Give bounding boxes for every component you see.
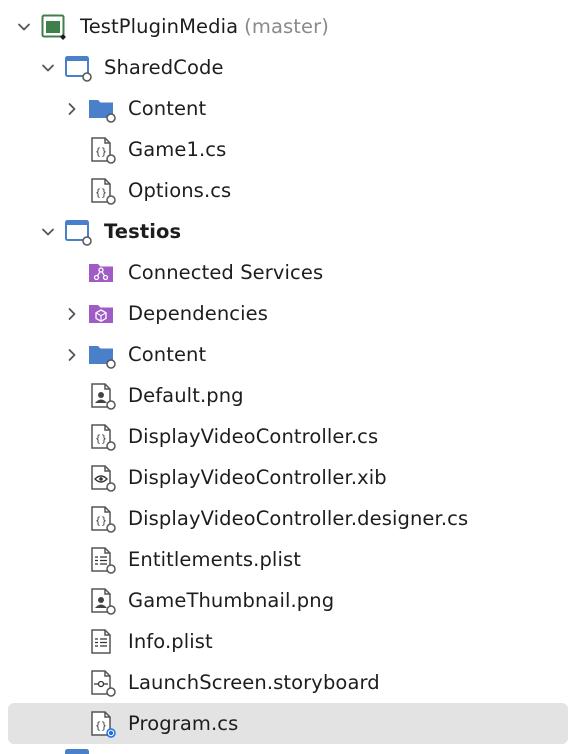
branch-label: (master) [244, 15, 329, 38]
svg-text:{}: {} [95, 188, 107, 199]
tree-row-connected-services[interactable]: Connected Services [0, 252, 568, 293]
tree-row-file-display-designer[interactable]: {} DisplayVideoController.designer.cs [0, 498, 568, 539]
file-label: Default.png [128, 384, 244, 407]
svg-text:{}: {} [95, 147, 107, 158]
tree-row-file-program[interactable]: {} Program.cs [0, 703, 568, 744]
item-label: Dependencies [128, 302, 268, 325]
storyboard-file-icon [88, 669, 116, 697]
csharp-file-icon: {} [88, 423, 116, 451]
tree-row-file-display-xib[interactable]: DisplayVideoController.xib [0, 457, 568, 498]
tree-row-file-thumbnail[interactable]: GameThumbnail.png [0, 580, 568, 621]
file-label: LaunchScreen.storyboard [128, 671, 380, 694]
project-icon [64, 747, 92, 754]
tree-row-file-game1[interactable]: {} Game1.cs [0, 129, 568, 170]
tree-row-solution[interactable]: TestPluginMedia (master) [0, 6, 568, 47]
file-label: DisplayVideoController.xib [128, 466, 387, 489]
plist-file-icon [88, 546, 116, 574]
plist-file-icon [88, 628, 116, 656]
folder-label: Content [128, 343, 207, 366]
csharp-file-icon: {} [88, 136, 116, 164]
tree-row-project-testios[interactable]: Testios [0, 211, 568, 252]
file-label: GameThumbnail.png [128, 589, 335, 612]
tree-row-folder-content[interactable]: Content [0, 334, 568, 375]
tree-row-file-entitlements[interactable]: Entitlements.plist [0, 539, 568, 580]
image-file-icon [88, 587, 116, 615]
xib-file-icon [88, 464, 116, 492]
image-file-icon [88, 382, 116, 410]
chevron-down-icon[interactable] [40, 224, 56, 240]
solution-tree: TestPluginMedia (master) SharedCode Conte [0, 6, 568, 744]
chevron-right-icon[interactable] [64, 101, 80, 117]
svg-text:{}: {} [95, 721, 107, 732]
folder-icon [88, 95, 116, 123]
chevron-right-icon[interactable] [64, 306, 80, 322]
project-label: Testios [104, 220, 182, 243]
tree-row-folder-content[interactable]: Content [0, 88, 568, 129]
solution-label: TestPluginMedia (master) [80, 15, 329, 38]
tree-row-file-info[interactable]: Info.plist [0, 621, 568, 662]
connected-services-icon [88, 259, 116, 287]
folder-label: Content [128, 97, 207, 120]
svg-text:{}: {} [95, 434, 107, 445]
file-label: Entitlements.plist [128, 548, 301, 571]
solution-icon [40, 13, 68, 41]
solution-name: TestPluginMedia [80, 15, 239, 38]
file-label: Info.plist [128, 630, 213, 653]
folder-icon [88, 341, 116, 369]
chevron-down-icon[interactable] [40, 60, 56, 76]
tree-row-file-display-cs[interactable]: {} DisplayVideoController.cs [0, 416, 568, 457]
chevron-right-icon[interactable] [64, 347, 80, 363]
csharp-file-icon: {} [88, 710, 116, 738]
project-icon [64, 218, 92, 246]
tree-row-project-sharedcode[interactable]: SharedCode [0, 47, 568, 88]
file-label: Game1.cs [128, 138, 227, 161]
tree-row-file-default-png[interactable]: Default.png [0, 375, 568, 416]
dependencies-icon [88, 300, 116, 328]
tree-row-file-options[interactable]: {} Options.cs [0, 170, 568, 211]
file-label: Program.cs [128, 712, 239, 735]
csharp-file-icon: {} [88, 505, 116, 533]
file-label: DisplayVideoController.cs [128, 425, 379, 448]
project-label: SharedCode [104, 56, 224, 79]
item-label: Connected Services [128, 261, 324, 284]
file-label: Options.cs [128, 179, 232, 202]
tree-row-file-launchscreen[interactable]: LaunchScreen.storyboard [0, 662, 568, 703]
csharp-file-icon: {} [88, 177, 116, 205]
svg-text:{}: {} [95, 516, 107, 527]
chevron-down-icon[interactable] [16, 19, 32, 35]
file-label: DisplayVideoController.designer.cs [128, 507, 469, 530]
project-icon [64, 54, 92, 82]
tree-row-dependencies[interactable]: Dependencies [0, 293, 568, 334]
